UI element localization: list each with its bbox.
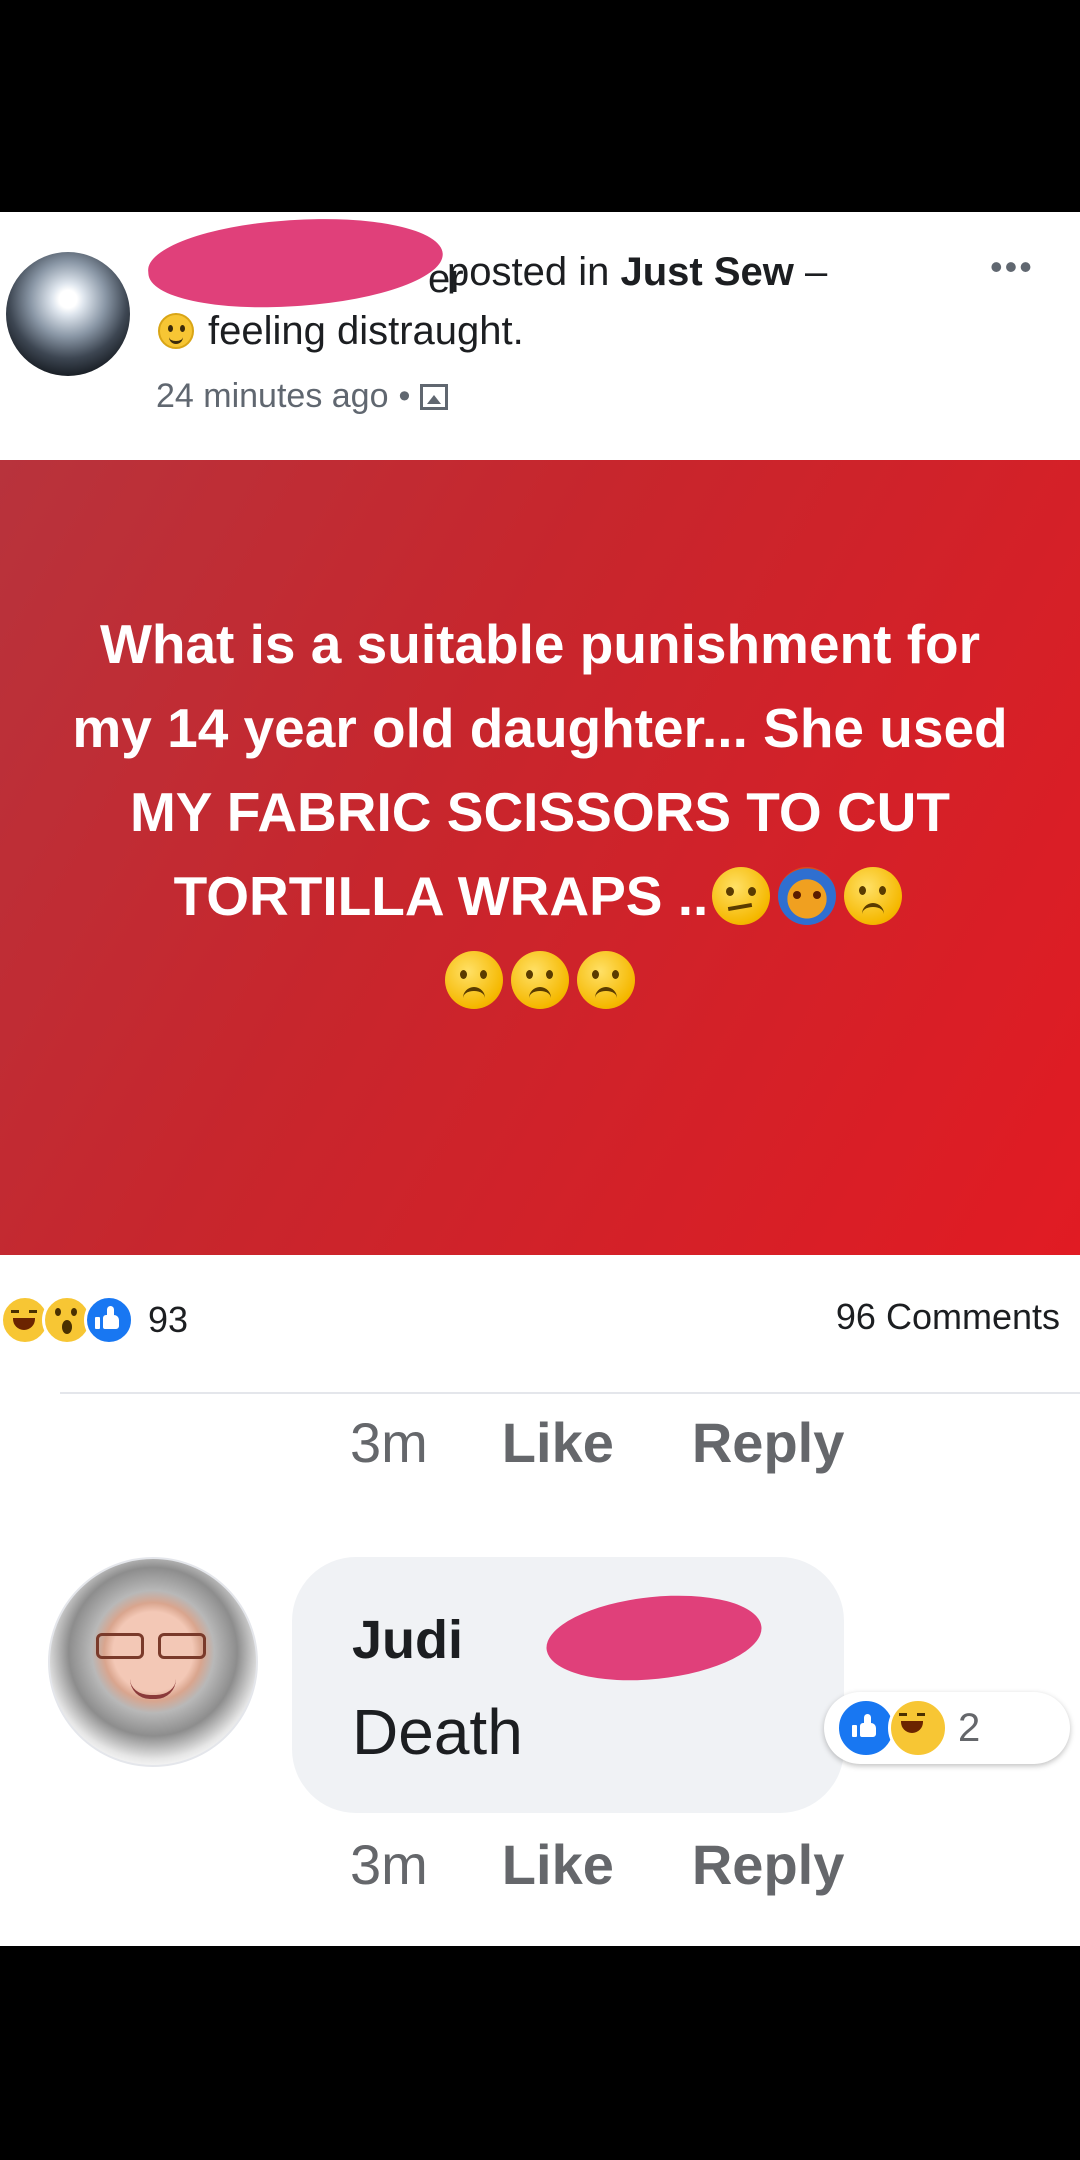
comment-reaction-count: 2	[958, 1705, 981, 1750]
smiley-icon	[158, 313, 194, 349]
smile	[130, 1679, 176, 1699]
commenter-avatar[interactable]	[48, 1557, 258, 1767]
feeling-row: feeling distraught.	[158, 305, 524, 357]
angry-emoji-icon	[577, 951, 635, 1009]
comment-like-button[interactable]: Like	[502, 1832, 614, 1897]
comment-reply-button[interactable]: Reply	[692, 1832, 845, 1897]
comment-time: 3m	[350, 1411, 428, 1474]
comment-actions: 3m Like Reply	[350, 1832, 844, 1897]
like-reaction-icon	[836, 1698, 896, 1758]
commenter-name[interactable]: Judi	[352, 1609, 463, 1671]
reaction-count: 93	[148, 1299, 189, 1340]
angry-emoji-icon	[511, 951, 569, 1009]
author-avatar[interactable]	[6, 252, 130, 376]
post-banner[interactable]: What is a suitable punishment for my 14 …	[0, 460, 1080, 1255]
banner-text-block: What is a suitable punishment for my 14 …	[60, 602, 1020, 1022]
post-header-line: posted in Just Sew –	[447, 250, 827, 295]
haha-reaction-icon	[888, 1698, 948, 1758]
devil-emoji-icon	[778, 867, 837, 925]
photo-icon	[420, 383, 449, 410]
feeling-text: feeling distraught.	[208, 308, 524, 353]
separator-dot: •	[398, 377, 411, 415]
post-card: er posted in Just Sew – ••• feeling dist…	[0, 212, 1080, 1946]
like-reaction-icon	[84, 1295, 134, 1345]
angry-emoji-icon	[844, 867, 903, 925]
comment-like-button[interactable]: Like	[502, 1410, 614, 1475]
redaction-mark	[542, 1585, 766, 1691]
redaction-mark	[145, 212, 446, 317]
comments-count[interactable]: 96 Comments	[836, 1296, 1060, 1338]
comment-actions: 3m Like Reply	[350, 1410, 844, 1475]
divider	[60, 1392, 1080, 1394]
comment-reactions[interactable]: 2	[824, 1692, 1070, 1764]
glasses	[96, 1633, 206, 1659]
post-timestamp[interactable]: 24 minutes ago	[156, 377, 389, 416]
group-link[interactable]: Just Sew	[620, 250, 793, 294]
comment-time: 3m	[350, 1833, 428, 1896]
more-options-icon[interactable]: •••	[990, 246, 1034, 288]
post-meta: 24 minutes ago •	[156, 377, 449, 416]
comment-reply-button[interactable]: Reply	[692, 1410, 845, 1475]
posted-in-text: posted in	[447, 250, 621, 294]
confused-emoji-icon	[712, 867, 771, 925]
dash: –	[793, 250, 828, 294]
comment-text: Death	[352, 1696, 523, 1768]
reaction-summary[interactable]: 93	[0, 1290, 188, 1350]
comment-bubble: Judi Death	[292, 1557, 844, 1813]
angry-emoji-icon	[445, 951, 503, 1009]
